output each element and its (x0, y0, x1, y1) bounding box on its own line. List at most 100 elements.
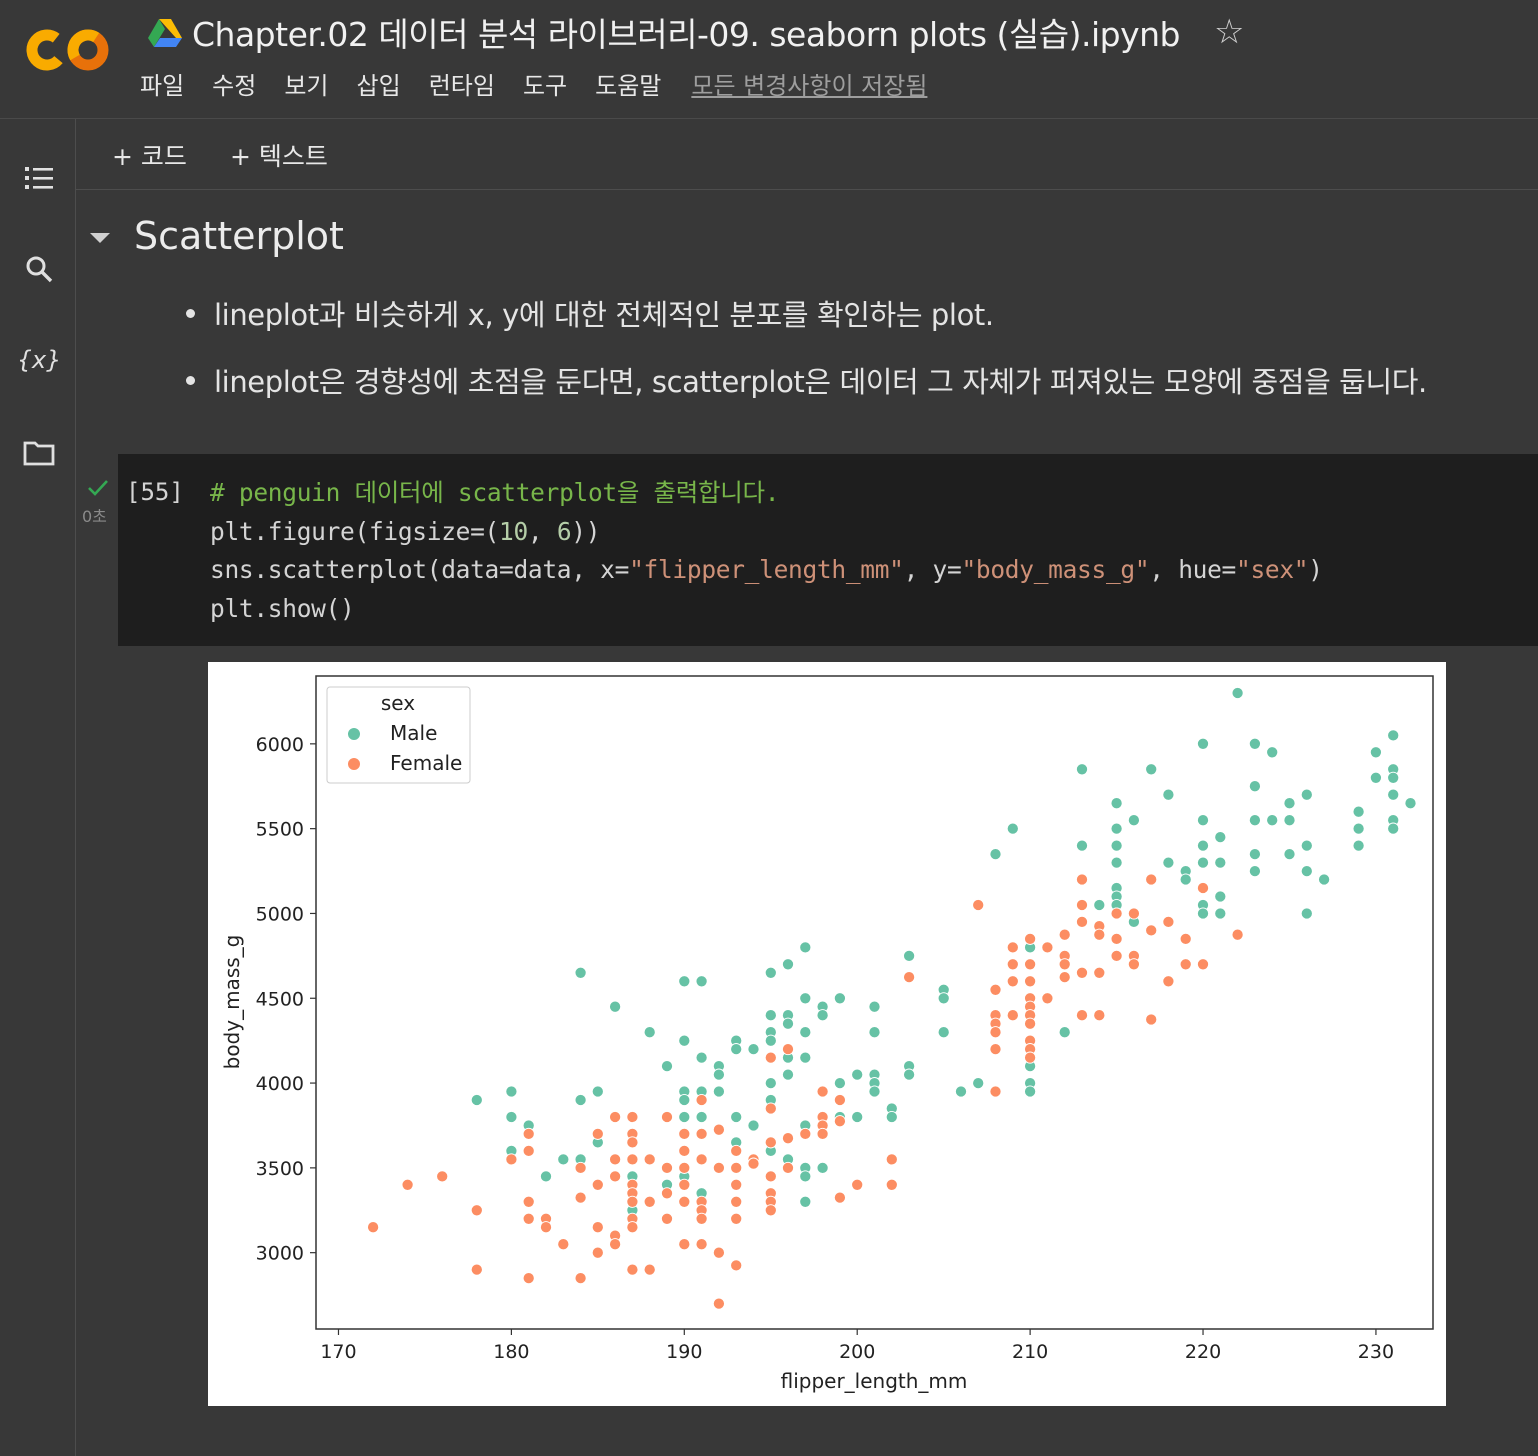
female-point (764, 1102, 777, 1115)
run-success-check-icon[interactable] (86, 476, 110, 500)
female-point (643, 1153, 656, 1166)
female-point (712, 1246, 725, 1259)
y-axis-label: body_mass_g (220, 935, 244, 1070)
male-point (1214, 890, 1227, 903)
female-point (1024, 958, 1037, 971)
male-point (539, 1170, 553, 1183)
y-tick-label: 6000 (256, 734, 304, 756)
male-point (764, 1077, 777, 1090)
collapse-section-icon[interactable] (88, 226, 112, 250)
colab-logo[interactable] (26, 22, 112, 78)
female-point (1006, 975, 1019, 988)
female-point (678, 1195, 691, 1208)
female-point (609, 1170, 622, 1183)
male-point (833, 992, 846, 1005)
female-point (712, 1297, 725, 1310)
female-point (764, 1051, 777, 1064)
female-point (695, 1127, 708, 1140)
male-point (609, 1000, 622, 1013)
code-editor[interactable]: # penguin 데이터에 scatterplot을 출력합니다. plt.f… (210, 474, 1323, 628)
female-point (557, 1238, 570, 1251)
menu-view[interactable]: 보기 (284, 66, 328, 101)
male-point (954, 1085, 968, 1098)
star-icon[interactable]: ☆ (1214, 15, 1244, 49)
male-point (781, 1068, 795, 1081)
menu-runtime[interactable]: 런타임 (429, 66, 495, 101)
female-point (522, 1127, 535, 1140)
code-number: 10 (499, 516, 528, 546)
male-point (1283, 848, 1296, 861)
notebook-title[interactable]: Chapter.02 데이터 분석 라이브러리-09. seaborn plot… (192, 8, 1180, 56)
save-status-link[interactable]: 모든 변경사항이 저장됨 (691, 66, 927, 101)
variables-icon[interactable]: {x} (20, 341, 58, 379)
male-point (747, 1043, 760, 1056)
code-string: "flipper_length_mm" (629, 555, 904, 584)
female-point (1075, 966, 1089, 979)
male-point (816, 1161, 829, 1174)
male-point (1266, 746, 1279, 759)
male-point (781, 1017, 795, 1030)
female-point (470, 1204, 483, 1217)
male-point (678, 1110, 691, 1124)
female-point (833, 1191, 846, 1204)
legend-female-label: Female (390, 751, 462, 775)
female-point (989, 1026, 1002, 1039)
male-point (799, 1026, 812, 1039)
male-point (868, 1000, 881, 1013)
add-text-button[interactable]: + 텍스트 (230, 137, 328, 173)
y-tick-label: 4500 (256, 988, 304, 1010)
search-icon[interactable] (20, 250, 58, 288)
table-of-contents-icon[interactable] (20, 159, 58, 197)
google-drive-icon[interactable] (148, 17, 182, 47)
male-point (1266, 814, 1279, 827)
male-point (1387, 788, 1400, 801)
female-point (764, 1204, 777, 1217)
male-point (937, 1026, 950, 1039)
code-number: 6 (556, 516, 572, 546)
male-point (1162, 856, 1175, 869)
male-point (1248, 865, 1261, 878)
code-comment: # penguin 데이터에 scatterplot을 출력합니다. (210, 478, 780, 507)
x-tick-label: 230 (1358, 1341, 1394, 1363)
female-point (660, 1110, 674, 1124)
female-point (643, 1263, 656, 1276)
legend-male-label: Male (390, 721, 437, 745)
female-point (609, 1238, 622, 1251)
menu-edit[interactable]: 수정 (212, 66, 256, 101)
add-code-button[interactable]: + 코드 (112, 137, 187, 173)
bullet-item: lineplot은 경향성에 초점을 둔다면, scatterplot은 데이터… (186, 359, 1427, 426)
menu-insert[interactable]: 삽입 (357, 66, 401, 101)
menu-help[interactable]: 도움말 (595, 66, 661, 101)
male-point (470, 1093, 483, 1107)
female-point (712, 1123, 725, 1136)
female-point (626, 1195, 639, 1208)
female-point (574, 1191, 587, 1204)
female-point (1093, 928, 1106, 941)
files-folder-icon[interactable] (20, 434, 58, 472)
female-point (522, 1212, 535, 1225)
female-point (730, 1161, 743, 1174)
y-tick-label: 5500 (256, 819, 304, 841)
execution-count: [55] (126, 478, 184, 506)
female-point (643, 1195, 656, 1208)
female-point (1024, 1051, 1037, 1064)
male-point (1352, 839, 1365, 852)
male-point (1110, 839, 1123, 852)
male-point (972, 1077, 985, 1090)
female-point (678, 1238, 691, 1251)
female-point (730, 1259, 743, 1272)
code-token: , y= (903, 555, 962, 584)
menu-tools[interactable]: 도구 (523, 66, 567, 101)
female-point (851, 1178, 864, 1191)
section-heading: Scatterplot (134, 214, 344, 258)
male-point (1006, 822, 1019, 835)
female-point (989, 1043, 1002, 1056)
female-point (730, 1195, 743, 1208)
female-point (401, 1178, 414, 1191)
male-point (799, 992, 812, 1005)
legend: sex Male Female (326, 686, 471, 784)
male-point (1110, 797, 1123, 810)
menu-file[interactable]: 파일 (140, 66, 184, 101)
male-point (885, 1110, 898, 1124)
female-point (695, 1153, 708, 1166)
